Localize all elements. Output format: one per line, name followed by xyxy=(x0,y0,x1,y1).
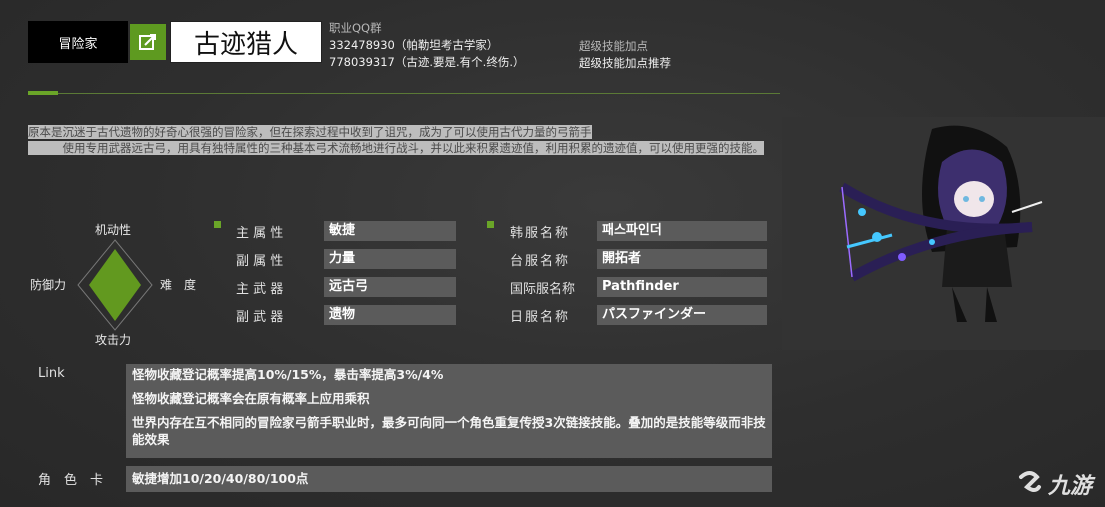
qq-group-2: 778039317（古迹.要是.有个.终伤.） xyxy=(329,55,525,69)
attr-sub-weapon-key: 副 武 器 xyxy=(236,310,284,325)
description-line-1: 原本是沉迷于古代遗物的好奇心很强的冒险家，但在探索过程中收到了诅咒，成为了可以使… xyxy=(28,125,592,139)
header-divider xyxy=(28,93,780,94)
description-line-2: 使用专用武器远古弓，用具有独特属性的三种基本弓术流畅地进行战斗，并以此来积累遗迹… xyxy=(28,140,764,155)
attr-secondary-value: 力量 xyxy=(324,249,456,269)
header-divider-accent xyxy=(28,91,58,95)
attr-main-weapon-value: 远古弓 xyxy=(324,277,456,297)
link-line-3: 世界内存在互不相同的冒险家弓箭手职业时，最多可向同一个角色重复传授3次链接技能。… xyxy=(132,415,766,447)
name-jp-value: パスファインダー xyxy=(597,305,767,325)
class-label: 冒险家 xyxy=(28,21,128,63)
stat-diamond-fill xyxy=(89,249,141,321)
job-title: 古迹猎人 xyxy=(170,21,322,63)
link-line-1: 怪物收藏登记概率提高10%/15%，暴击率提高3%/4% xyxy=(132,367,444,382)
skill-section: 超级技能加点 超级技能加点推荐 xyxy=(579,38,671,72)
link-line-2: 怪物收藏登记概率会在原有概率上应用乘积 xyxy=(132,391,370,406)
name-jp-key: 日服名称 xyxy=(510,310,571,325)
watermark: 九游 xyxy=(1015,466,1101,502)
stat-difficulty-label: 难 度 xyxy=(160,278,197,292)
card-label: 角 色 卡 xyxy=(38,473,104,488)
stat-defense-label: 防御力 xyxy=(30,278,67,292)
edit-square-icon xyxy=(139,34,156,50)
character-art xyxy=(839,125,1043,322)
watermark-text: 九游 xyxy=(1048,474,1093,499)
card-value: 敏捷增加10/20/40/80/100点 xyxy=(126,466,772,492)
stat-attack-label: 攻击力 xyxy=(95,333,132,347)
qq-groups: 职业QQ群 332478930（帕勒坦考古学家） 778039317（古迹.要是… xyxy=(329,20,524,71)
name-global-key: 国际服名称 xyxy=(510,282,576,297)
name-global-value: Pathfinder xyxy=(597,277,767,297)
skill-recommend-link[interactable]: 超级技能加点推荐 xyxy=(579,55,671,72)
qq-label: 职业QQ群 xyxy=(329,21,382,35)
character-portrait xyxy=(782,117,1105,350)
job-description: 原本是沉迷于古代遗物的好奇心很强的冒险家，但在探索过程中收到了诅咒，成为了可以使… xyxy=(28,125,770,156)
attr-sub-weapon-value: 遗物 xyxy=(324,305,456,325)
link-skill-box: 怪物收藏登记概率提高10%/15%，暴击率提高3%/4% 怪物收藏登记概率会在原… xyxy=(126,364,772,458)
name-kr-key: 韩服名称 xyxy=(510,226,571,241)
attr-primary-key: 主 属 性 xyxy=(236,226,284,241)
skill-label: 超级技能加点 xyxy=(579,39,648,53)
qq-group-1: 332478930（帕勒坦考古学家） xyxy=(329,38,499,52)
attributes-bullet-right xyxy=(487,221,494,228)
attr-secondary-key: 副 属 性 xyxy=(236,254,284,269)
name-tw-value: 開拓者 xyxy=(597,249,767,269)
attr-primary-value: 敏捷 xyxy=(324,221,456,241)
link-label: Link xyxy=(38,366,65,381)
name-kr-value: 패스파인더 xyxy=(597,221,767,241)
stat-mobility-label: 机动性 xyxy=(95,223,132,237)
attr-main-weapon-key: 主 武 器 xyxy=(236,282,284,297)
nine-game-logo-icon xyxy=(1019,471,1041,492)
stat-diamond-chart xyxy=(77,239,153,331)
class-icon[interactable] xyxy=(130,24,166,60)
name-tw-key: 台服名称 xyxy=(510,254,571,269)
attributes-bullet-left xyxy=(214,221,221,228)
